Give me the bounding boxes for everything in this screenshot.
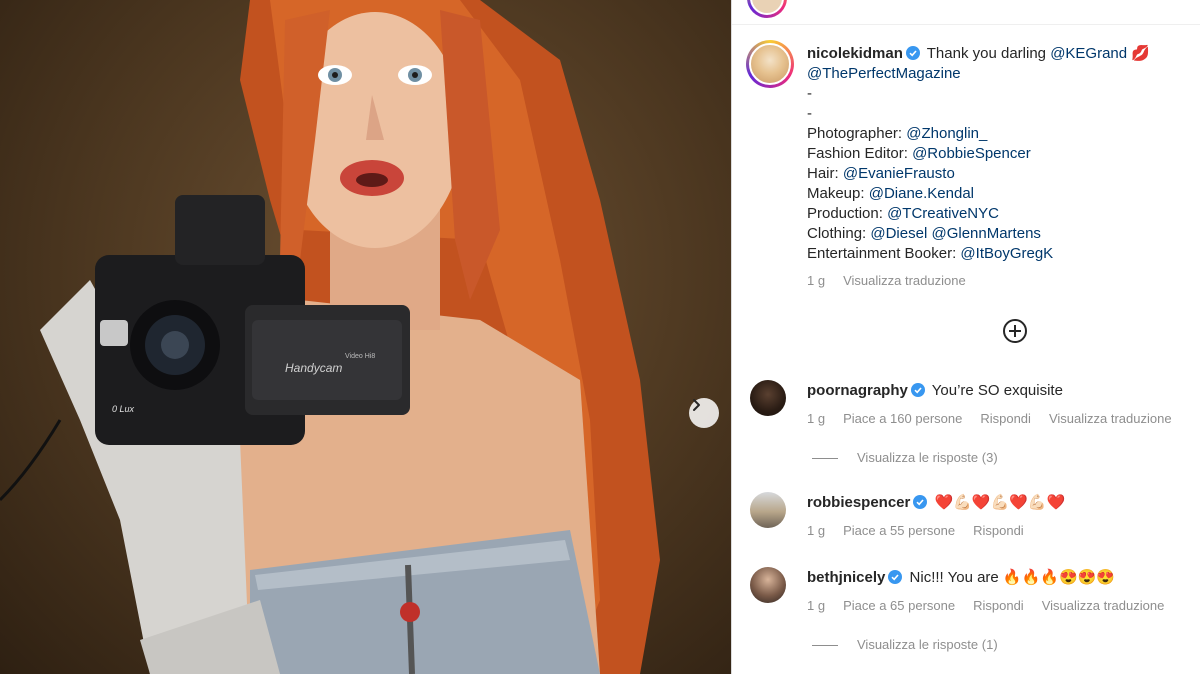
comment-meta: 1 g Piace a 160 persone Rispondi Visualizza… bbox=[807, 411, 1190, 427]
reply-button[interactable]: Rispondi bbox=[973, 523, 1024, 538]
comment-avatar[interactable] bbox=[750, 567, 786, 603]
comment-likes-button[interactable]: Piace a 65 persone bbox=[843, 598, 955, 613]
comment-body: poornagraphy You’re SO exquisite bbox=[807, 381, 1063, 401]
credit-production: Production: @TCreativeNYC bbox=[807, 204, 999, 224]
verified-badge-icon bbox=[913, 495, 928, 509]
comment-likes-button[interactable]: Piace a 55 persone bbox=[843, 523, 955, 538]
credit-label: Photographer: bbox=[807, 125, 903, 142]
author-avatar[interactable] bbox=[746, 40, 794, 88]
credit-label: Makeup: bbox=[807, 185, 865, 202]
credit-label: Fashion Editor: bbox=[807, 145, 908, 162]
credit-label: Clothing: bbox=[807, 225, 867, 242]
caption-intro: Thank you darling bbox=[926, 45, 1047, 62]
photo-illustration: Handycam Video Hi8 0 Lux bbox=[0, 0, 660, 674]
caption-line-1: nicolekidman Thank you darling @KEGrand … bbox=[807, 44, 1150, 64]
caption-translate-button[interactable]: Visualizza traduzione bbox=[843, 273, 966, 288]
credit-clothing: Clothing: @Diesel @GlennMartens bbox=[807, 224, 1041, 244]
reply-button[interactable]: Rispondi bbox=[973, 598, 1024, 613]
comment-meta: 1 g Piace a 65 persone Rispondi Visualizza … bbox=[807, 598, 1182, 614]
view-replies-button[interactable]: Visualizza le risposte (3) bbox=[857, 450, 998, 466]
header-avatar[interactable] bbox=[747, 0, 787, 18]
credit-mention[interactable]: @RobbieSpencer bbox=[912, 145, 1031, 162]
credit-label: Production: bbox=[807, 205, 883, 222]
credit-mention[interactable]: @EvanieFrausto bbox=[843, 165, 955, 182]
comment-time: 1 g bbox=[807, 523, 826, 538]
verified-badge-icon bbox=[888, 570, 903, 584]
credit-mention[interactable]: @Diesel bbox=[870, 225, 927, 242]
caption-emoji: 💋 bbox=[1131, 45, 1150, 62]
post-photo: Handycam Video Hi8 0 Lux bbox=[0, 0, 731, 674]
camera-lux-text: 0 Lux bbox=[112, 404, 135, 414]
comment-likes-button[interactable]: Piace a 160 persone bbox=[843, 411, 962, 426]
credit-label: Entertainment Booker: bbox=[807, 245, 957, 262]
caption-meta: 1 g Visualizza traduzione bbox=[807, 273, 984, 289]
caption-mention-kegrand[interactable]: @KEGrand bbox=[1050, 45, 1127, 62]
verified-badge-icon bbox=[905, 46, 920, 60]
comment-avatar[interactable] bbox=[750, 380, 786, 416]
caption-line-2: @ThePerfectMagazine bbox=[807, 64, 961, 84]
credit-booker: Entertainment Booker: @ItBoyGregK bbox=[807, 244, 1053, 264]
comment-meta: 1 g Piace a 55 persone Rispondi bbox=[807, 523, 1042, 539]
comment-text: You’re SO exquisite bbox=[931, 382, 1063, 399]
comment-text: ❤️💪🏻❤️💪🏻❤️💪🏻❤️ bbox=[934, 494, 1066, 511]
next-photo-button[interactable] bbox=[689, 398, 719, 428]
caption-mention-magazine[interactable]: @ThePerfectMagazine bbox=[807, 65, 961, 82]
comment-time: 1 g bbox=[807, 598, 826, 613]
camera-sub-text: Video Hi8 bbox=[345, 353, 375, 360]
header-divider bbox=[732, 24, 1200, 25]
comment-avatar[interactable] bbox=[750, 492, 786, 528]
load-more-comments-icon[interactable] bbox=[1002, 318, 1028, 344]
replies-line bbox=[812, 458, 838, 459]
view-replies-button[interactable]: Visualizza le risposte (1) bbox=[857, 637, 998, 653]
credit-makeup: Makeup: @Diane.Kendal bbox=[807, 184, 974, 204]
credit-hair: Hair: @EvanieFrausto bbox=[807, 164, 955, 184]
credit-fashion-editor: Fashion Editor: @RobbieSpencer bbox=[807, 144, 1031, 164]
reply-button[interactable]: Rispondi bbox=[980, 411, 1031, 426]
translate-button[interactable]: Visualizza traduzione bbox=[1049, 411, 1172, 426]
credit-mention[interactable]: @TCreativeNYC bbox=[887, 205, 999, 222]
caption-dash-1: - bbox=[807, 85, 812, 102]
translate-button[interactable]: Visualizza traduzione bbox=[1042, 598, 1165, 613]
credit-mention[interactable]: @GlennMartens bbox=[931, 225, 1040, 242]
credit-label: Hair: bbox=[807, 165, 839, 182]
caption-dash-2: - bbox=[807, 105, 812, 122]
caption-time: 1 g bbox=[807, 273, 826, 288]
comments-panel: nicolekidman Thank you darling @KEGrand … bbox=[732, 0, 1200, 674]
chevron-right-icon bbox=[693, 399, 700, 411]
camera-brand-text: Handycam bbox=[285, 361, 342, 375]
comment-body: robbiespencer ❤️💪🏻❤️💪🏻❤️💪🏻❤️ bbox=[807, 493, 1065, 513]
credit-mention[interactable]: @ItBoyGregK bbox=[960, 245, 1053, 262]
comment-time: 1 g bbox=[807, 411, 826, 426]
replies-line bbox=[812, 645, 838, 646]
comment-text: Nic!!! You are 🔥🔥🔥😍😍😍 bbox=[909, 569, 1115, 586]
credit-mention[interactable]: @Zhonglin_ bbox=[906, 125, 987, 142]
credit-mention[interactable]: @Diane.Kendal bbox=[869, 185, 974, 202]
author-username[interactable]: nicolekidman bbox=[807, 45, 903, 62]
comment-username[interactable]: bethjnicely bbox=[807, 569, 885, 586]
credit-photographer: Photographer: @Zhonglin_ bbox=[807, 124, 987, 144]
comment-username[interactable]: poornagraphy bbox=[807, 382, 908, 399]
verified-badge-icon bbox=[910, 383, 925, 397]
comment-body: bethjnicely Nic!!! You are 🔥🔥🔥😍😍😍 bbox=[807, 568, 1115, 588]
comment-username[interactable]: robbiespencer bbox=[807, 494, 910, 511]
